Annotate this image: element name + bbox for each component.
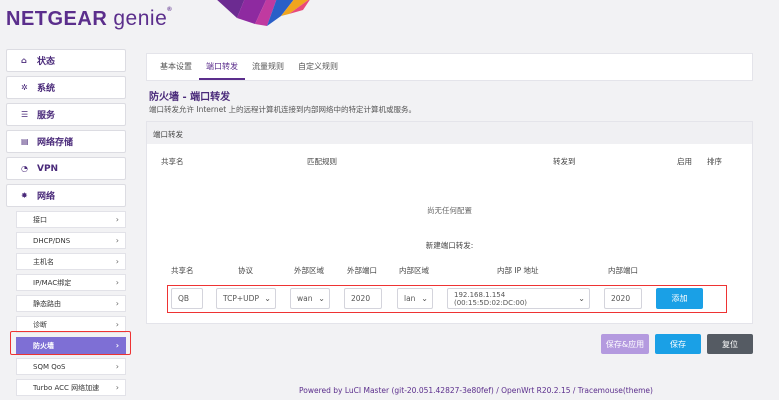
sidebar-subitem-label: SQM QoS (33, 362, 66, 371)
sidebar-subitem-interfaces[interactable]: 接口 › (16, 211, 126, 228)
add-button[interactable]: 添加 (656, 288, 703, 309)
chevron-right-icon: › (115, 320, 119, 329)
speed-icon: ◔ (21, 164, 28, 173)
ext-zone-select[interactable]: wan ⌄ (290, 288, 330, 309)
sidebar-subitem-label: 静态路由 (33, 299, 61, 308)
chevron-right-icon: › (115, 236, 119, 245)
form-header-int-zone: 内部区域 (399, 266, 429, 275)
chevron-down-icon: ⌄ (421, 294, 428, 303)
sidebar-item-label: 状态 (37, 57, 56, 67)
protocol-value: TCP+UDP (223, 294, 259, 303)
int-port-input[interactable]: 2020 (604, 288, 642, 309)
page-description: 端口转发允许 Internet 上的远程计算机连接到内部网络中的特定计算机或服务… (149, 105, 417, 114)
chevron-right-icon: › (115, 299, 119, 308)
chevron-down-icon: ⌄ (264, 294, 271, 303)
sidebar-subitem-label: Turbo ACC 网络加速 (33, 383, 100, 392)
int-ip-select[interactable]: 192.168.1.154 (00:15:5D:02:DC:00) ⌄ (447, 288, 590, 309)
header: NETGEAR genie® (0, 0, 779, 40)
form-header-name: 共享名 (171, 266, 194, 275)
logo-graphic-icon (217, 0, 310, 26)
network-icon: ✸ (21, 191, 28, 200)
gear-icon: ✲ (21, 83, 28, 92)
logo-product: genie (113, 7, 168, 30)
empty-table-note: 尚无任何配置 (427, 206, 472, 215)
form-header-int-port: 内部端口 (608, 266, 638, 275)
sidebar-subitem-hostnames[interactable]: 主机名 › (16, 253, 126, 270)
sidebar-subitem-sqm-qos[interactable]: SQM QoS › (16, 358, 126, 375)
sidebar-subitem-ip-mac-binding[interactable]: IP/MAC绑定 › (16, 274, 126, 291)
sidebar-subitem-label: 主机名 (33, 257, 54, 266)
int-zone-value: lan (404, 294, 416, 303)
sidebar-item-services[interactable]: ☰ 服务 (6, 103, 126, 126)
sidebar-item-label: 网络 (37, 192, 56, 202)
sidebar-subitem-turbo-acc[interactable]: Turbo ACC 网络加速 › (16, 379, 126, 396)
sidebar-item-status[interactable]: ⌂ 状态 (6, 49, 126, 72)
sidebar-subitem-dhcp-dns[interactable]: DHCP/DNS › (16, 232, 126, 249)
sidebar-subitem-label: 接口 (33, 215, 47, 224)
sidebar-subitem-label: 诊断 (33, 320, 47, 329)
chevron-right-icon: › (115, 278, 119, 287)
sidebar-item-label: 网络存储 (37, 138, 74, 148)
tab-basic-settings[interactable]: 基本设置 (153, 61, 199, 80)
netgear-genie-logo[interactable]: NETGEAR genie® (6, 7, 172, 31)
new-forward-title: 新建端口转发: (425, 241, 474, 250)
column-header-enable: 启用 (677, 157, 692, 166)
form-header-ext-zone: 外部区域 (294, 266, 324, 275)
sidebar-item-label: 服务 (37, 111, 56, 121)
chevron-right-icon: › (115, 362, 119, 371)
footer-text: Powered by LuCI Master (git-20.051.42827… (299, 386, 653, 395)
name-input[interactable]: QB (171, 288, 203, 309)
chevron-right-icon: › (115, 383, 119, 392)
tab-traffic-rules[interactable]: 流量规则 (245, 61, 291, 80)
tab-port-forwards[interactable]: 端口转发 (199, 61, 245, 80)
storage-icon: ▤ (21, 137, 29, 146)
chevron-right-icon: › (115, 257, 119, 266)
tab-custom-rules[interactable]: 自定义规则 (291, 61, 345, 80)
logo-mark: ® (167, 7, 173, 13)
sidebar-item-label: 系统 (37, 84, 56, 94)
port-forward-section: 端口转发 共享名 匹配规则 转发到 启用 排序 尚无任何配置 新建端口转发: 共… (146, 121, 753, 324)
page-title: 防火墙 - 端口转发 (149, 92, 231, 103)
home-icon: ⌂ (21, 56, 27, 65)
column-header-name: 共享名 (161, 157, 184, 166)
int-ip-value: 192.168.1.154 (00:15:5D:02:DC:00) (454, 290, 528, 307)
section-title: 端口转发 (147, 122, 752, 144)
form-header-ext-port: 外部端口 (347, 266, 377, 275)
reset-button[interactable]: 复位 (707, 334, 753, 354)
int-zone-select[interactable]: lan ⌄ (397, 288, 433, 309)
sidebar-item-nas[interactable]: ▤ 网络存储 (6, 130, 126, 153)
list-icon: ☰ (21, 110, 29, 119)
save-button[interactable]: 保存 (655, 334, 701, 354)
column-header-sort: 排序 (707, 157, 722, 166)
sidebar-item-vpn[interactable]: ◔ VPN (6, 157, 126, 180)
sidebar-item-system[interactable]: ✲ 系统 (6, 76, 126, 99)
sidebar-subitem-static-routes[interactable]: 静态路由 › (16, 295, 126, 312)
sidebar-subitem-label: DHCP/DNS (33, 236, 71, 245)
form-header-int-ip: 内部 IP 地址 (497, 266, 539, 275)
logo-brand: NETGEAR (6, 8, 108, 30)
tab-bar: 基本设置 端口转发 流量规则 自定义规则 (146, 53, 753, 81)
column-header-forward-to: 转发到 (553, 157, 576, 166)
sidebar-item-network[interactable]: ✸ 网络 (6, 184, 126, 207)
sidebar-item-label: VPN (37, 163, 59, 174)
sidebar-subitem-label: IP/MAC绑定 (33, 278, 72, 287)
protocol-select[interactable]: TCP+UDP ⌄ (216, 288, 276, 309)
chevron-down-icon: ⌄ (578, 294, 585, 303)
firewall-highlight-outline (10, 331, 131, 355)
ext-port-input[interactable]: 2020 (344, 288, 382, 309)
save-apply-button[interactable]: 保存&应用 (601, 334, 649, 354)
chevron-down-icon: ⌄ (318, 294, 325, 303)
ext-zone-value: wan (297, 294, 313, 303)
form-header-protocol: 协议 (238, 266, 253, 275)
chevron-right-icon: › (115, 215, 119, 224)
column-header-match: 匹配规则 (307, 157, 337, 166)
